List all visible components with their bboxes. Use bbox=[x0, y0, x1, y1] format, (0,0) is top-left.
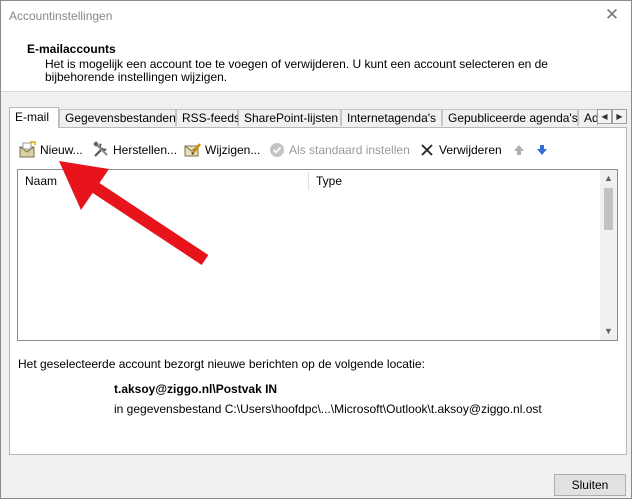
close-button[interactable]: Sluiten bbox=[554, 474, 626, 496]
account-toolbar: Nieuw... Herstellen... Wijzigen... Als s… bbox=[9, 140, 569, 160]
title-bar: Accountinstellingen ✕ bbox=[1, 1, 631, 31]
set-default-button[interactable]: Als standaard instellen bbox=[268, 140, 410, 160]
tab-scroll-right-icon[interactable]: ▶ bbox=[612, 109, 627, 124]
section-description: Het is mogelijk een account toe te voege… bbox=[45, 57, 548, 84]
section-title: E-mailaccounts bbox=[27, 42, 116, 56]
dialog-header: E-mailaccounts Het is mogelijk een accou… bbox=[1, 31, 631, 92]
change-account-icon bbox=[184, 141, 202, 159]
account-list-header: Naam Type bbox=[18, 170, 601, 192]
repair-account-button[interactable]: Herstellen... bbox=[92, 140, 177, 160]
scroll-down-icon[interactable]: ▼ bbox=[600, 323, 617, 340]
account-settings-window: Accountinstellingen ✕ E-mailaccounts Het… bbox=[0, 0, 632, 499]
move-up-button[interactable] bbox=[510, 140, 531, 160]
arrow-up-icon bbox=[510, 141, 528, 159]
new-account-button[interactable]: Nieuw... bbox=[19, 140, 83, 160]
delivery-data-file: in gegevensbestand C:\Users\hoofdpc\...\… bbox=[114, 402, 542, 416]
change-account-label: Wijzigen... bbox=[205, 143, 261, 157]
account-list-scrollbar[interactable]: ▲ ▼ bbox=[600, 170, 617, 340]
tab-rss-feeds[interactable]: RSS-feeds bbox=[176, 109, 240, 126]
scroll-thumb[interactable] bbox=[604, 188, 613, 230]
account-list[interactable]: Naam Type ▲ ▼ bbox=[17, 169, 618, 341]
tab-data-files[interactable]: Gegevensbestanden bbox=[59, 109, 176, 126]
tab-published-calendars[interactable]: Gepubliceerde agenda's bbox=[442, 109, 578, 126]
scroll-up-icon[interactable]: ▲ bbox=[600, 170, 617, 187]
move-down-button[interactable] bbox=[533, 140, 554, 160]
column-type[interactable]: Type bbox=[309, 170, 599, 192]
set-default-label: Als standaard instellen bbox=[289, 143, 410, 157]
tools-icon bbox=[92, 141, 110, 159]
column-name[interactable]: Naam bbox=[18, 170, 308, 192]
remove-account-label: Verwijderen bbox=[439, 143, 502, 157]
tab-strip: E-mail Gegevensbestanden RSS-feeds Share… bbox=[9, 107, 629, 128]
tab-internet-calendars[interactable]: Internetagenda's bbox=[341, 109, 442, 126]
window-title: Accountinstellingen bbox=[9, 9, 113, 23]
repair-account-label: Herstellen... bbox=[113, 143, 178, 157]
remove-x-icon bbox=[418, 141, 436, 159]
tab-email[interactable]: E-mail bbox=[9, 107, 59, 128]
tab-sharepoint-lists[interactable]: SharePoint-lijsten bbox=[238, 109, 341, 126]
delivery-mailbox: t.aksoy@ziggo.nl\Postvak IN bbox=[114, 382, 278, 396]
close-icon[interactable]: ✕ bbox=[601, 5, 623, 25]
delivery-location-label: Het geselecteerde account bezorgt nieuwe… bbox=[18, 357, 425, 371]
new-account-icon bbox=[19, 141, 37, 159]
arrow-down-icon bbox=[533, 141, 551, 159]
remove-account-button[interactable]: Verwijderen bbox=[418, 140, 502, 160]
new-account-label: Nieuw... bbox=[40, 143, 83, 157]
checkmark-icon bbox=[268, 141, 286, 159]
tab-scroll-left-icon[interactable]: ◀ bbox=[597, 109, 612, 124]
change-account-button[interactable]: Wijzigen... bbox=[184, 140, 260, 160]
tab-address-books[interactable]: Ad bbox=[578, 109, 598, 126]
